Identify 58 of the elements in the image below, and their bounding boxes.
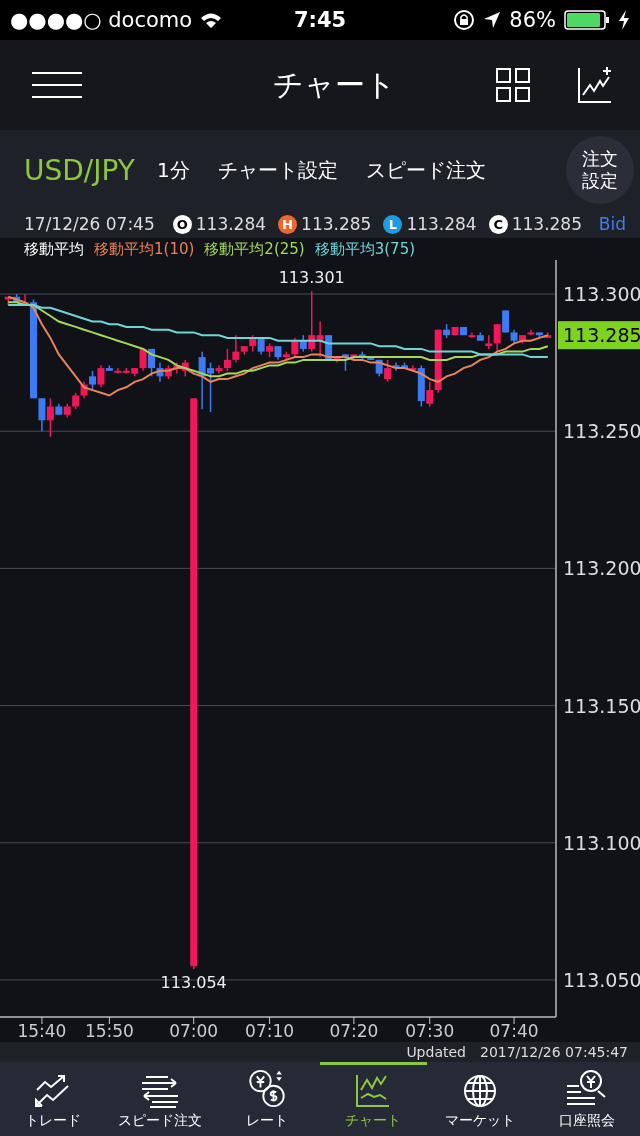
add-chart-icon[interactable] bbox=[578, 67, 612, 103]
chart-settings-button[interactable]: チャート設定 bbox=[217, 156, 338, 184]
time-axis-label: 07:10 bbox=[245, 1021, 295, 1041]
carrier-name: ●●●●○ docomo bbox=[10, 8, 193, 32]
price-axis-label: 113.150 bbox=[563, 694, 640, 717]
ohlc-value: 113.284 bbox=[406, 214, 477, 234]
menu-icon[interactable] bbox=[32, 72, 82, 98]
rotation-lock-icon bbox=[453, 9, 476, 31]
price-axis-label: 113.050 bbox=[563, 968, 640, 991]
updated-label: Updated bbox=[406, 1044, 466, 1060]
interval-selector[interactable]: 1分 bbox=[156, 156, 190, 184]
price-axis-label: 113.300 bbox=[563, 283, 640, 305]
time-axis-label: 07:20 bbox=[329, 1021, 379, 1041]
ohlc-badge: H bbox=[278, 214, 298, 234]
legend-title: 移動平均 bbox=[24, 239, 84, 259]
time-axis-label: 07:30 bbox=[405, 1021, 455, 1041]
tab-bar-item[interactable]: 口座照会 bbox=[533, 1062, 640, 1136]
updated-time: 2017/12/26 07:45:47 bbox=[479, 1044, 628, 1060]
ohlc-value: 113.285 bbox=[301, 214, 372, 234]
time-axis-label: 15:50 bbox=[84, 1021, 134, 1041]
legend-item: 移動平均1(10) bbox=[94, 239, 195, 259]
speed-order-button[interactable]: スピード注文 bbox=[365, 156, 486, 184]
price-axis-label: 113.200 bbox=[563, 557, 640, 580]
candle-datetime: 17/12/26 07:45 bbox=[24, 214, 155, 234]
tab-bar-item[interactable]: チャート bbox=[320, 1062, 427, 1136]
price-axis-label: 113.100 bbox=[563, 831, 640, 854]
clock-time: 7:45 bbox=[293, 8, 347, 32]
globe-icon bbox=[463, 1074, 497, 1108]
line-chart-icon bbox=[355, 1074, 392, 1108]
currency-icon bbox=[246, 1069, 287, 1108]
time-axis-label: 07:40 bbox=[489, 1021, 539, 1041]
battery-percentage: 86% bbox=[509, 8, 556, 32]
wifi-icon bbox=[200, 11, 223, 29]
price-side-label: Bid bbox=[598, 214, 626, 234]
order-settings-button[interactable]: 注文設定 bbox=[566, 136, 634, 204]
high-label: 113.301 bbox=[278, 268, 345, 288]
legend-item: 移動平均2(25) bbox=[204, 239, 305, 259]
location-arrow-icon bbox=[483, 11, 502, 29]
ohlc-badge: O bbox=[172, 214, 192, 234]
tab-bar-item[interactable]: マーケット bbox=[426, 1062, 534, 1136]
ohlc-value: 113.284 bbox=[195, 214, 267, 234]
grid-layout-icon[interactable] bbox=[496, 68, 530, 102]
currency-pair[interactable]: USD/JPY bbox=[24, 153, 135, 187]
price-axis-label: 113.250 bbox=[563, 420, 640, 443]
ohlc-value: 113.285 bbox=[511, 214, 582, 234]
tab-bar-item[interactable]: スピード注文 bbox=[106, 1062, 214, 1136]
low-label: 113.054 bbox=[160, 973, 227, 992]
legend-item: 移動平均3(75) bbox=[314, 239, 416, 259]
current-price-tag: 113.285 bbox=[558, 321, 640, 350]
charging-bolt-icon bbox=[618, 10, 630, 30]
ohlc-badge: C bbox=[488, 214, 508, 234]
tab-bar-item[interactable]: レート bbox=[213, 1062, 320, 1136]
screen-title: チャート bbox=[271, 65, 397, 104]
battery-icon bbox=[564, 10, 610, 30]
time-axis-label: 15:40 bbox=[17, 1021, 67, 1041]
time-axis-label: 07:00 bbox=[169, 1021, 219, 1041]
tab-bar-item[interactable]: トレード bbox=[0, 1062, 107, 1136]
ohlc-badge: L bbox=[383, 214, 403, 234]
